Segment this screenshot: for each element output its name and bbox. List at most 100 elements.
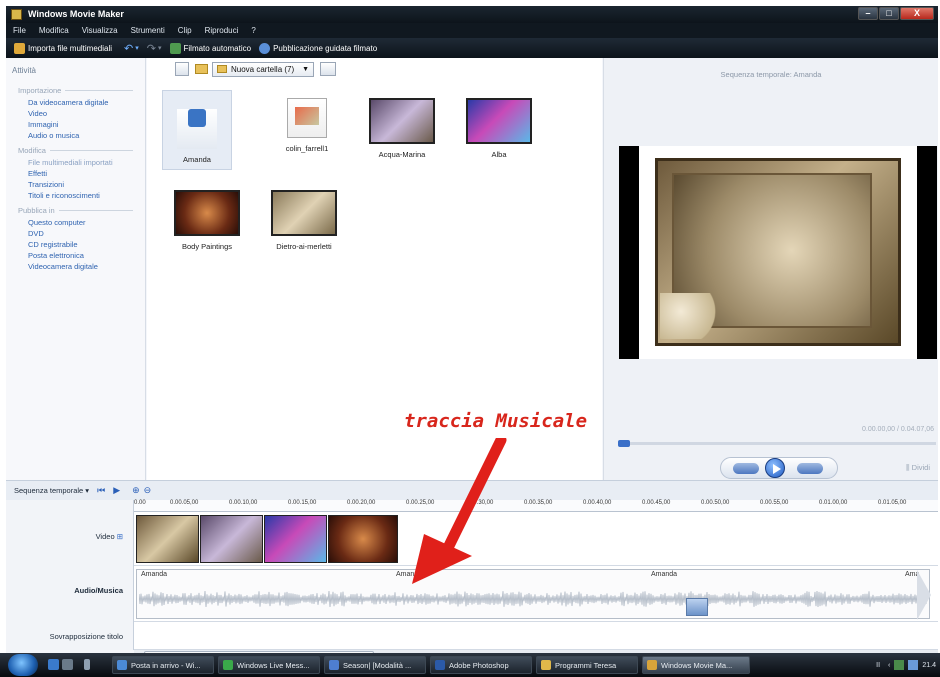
next-frame-button[interactable] <box>797 463 823 474</box>
task-digital-camera[interactable]: Videocamera digitale <box>6 261 145 272</box>
view-mode-button[interactable] <box>320 62 337 76</box>
clip-colin-farrell[interactable]: colin_farrell1 <box>272 98 342 153</box>
taskbar-item-mail[interactable]: Posta in arrivo - Wi... <box>112 656 214 674</box>
undo-button[interactable]: ↶ ▾ <box>124 42 139 55</box>
ruler-tick: 0.00.50,00 <box>701 500 730 506</box>
split-button[interactable]: ⫼ Dividi <box>906 463 930 473</box>
taskbar-item-movie-maker[interactable]: Windows Movie Ma... <box>642 656 750 674</box>
clip-amanda[interactable]: Amanda <box>162 90 232 170</box>
video-track[interactable] <box>134 512 938 566</box>
import-icon <box>14 42 25 54</box>
broken-image-icon <box>287 98 327 138</box>
show-desktop-icon[interactable] <box>48 659 59 670</box>
tray-clock[interactable]: 21.4 <box>922 662 936 669</box>
task-images[interactable]: Immagini <box>6 119 145 130</box>
publish-movie-button[interactable]: Pubblicazione guidata filmato <box>259 42 377 54</box>
section-edit[interactable]: Modifica <box>6 141 145 157</box>
movie-maker-window: Windows Movie Maker – □ X File Modifica … <box>6 6 938 674</box>
volume-icon[interactable] <box>908 660 919 670</box>
ruler-tick: 0.00.05,00 <box>170 500 199 506</box>
audio-clip-label: Amanda <box>651 571 678 578</box>
section-import[interactable]: Importazione <box>6 81 145 97</box>
title-track-header: Sovrapposizione titolo <box>6 622 134 650</box>
menu-clip[interactable]: Clip <box>171 23 198 38</box>
start-button[interactable] <box>8 654 38 676</box>
task-from-camera[interactable]: Da videocamera digitale <box>6 97 145 108</box>
taskbar-item-photoshop[interactable]: Adobe Photoshop <box>430 656 532 674</box>
timeline-clip[interactable] <box>200 515 263 563</box>
clip-dietro-ai-merletti[interactable]: Dietro-ai-merletti <box>269 190 339 251</box>
task-email[interactable]: Posta elettronica <box>6 250 145 261</box>
import-media-button[interactable]: Importa file multimediali <box>14 42 112 54</box>
redo-icon: ↷ <box>146 42 156 55</box>
automovie-button[interactable]: Filmato automatico <box>169 42 252 54</box>
task-effects[interactable]: Effetti <box>6 168 145 179</box>
redo-button[interactable]: ↷ ▾ <box>147 42 162 55</box>
video-track-label: Video <box>95 532 115 541</box>
timeline-mode-dropdown[interactable]: Sequenza temporale ▾ <box>14 486 89 495</box>
audio-track[interactable]: Amanda Amanda Amanda Ama <box>134 566 938 622</box>
ruler-tick: 0.00.10,00 <box>229 500 258 506</box>
audio-file-icon <box>177 109 217 149</box>
zoom-in-icon[interactable]: ⊕ <box>132 485 140 496</box>
task-video[interactable]: Video <box>6 108 145 119</box>
tasks-toggle-button[interactable] <box>175 62 189 76</box>
seek-bar[interactable] <box>618 440 936 447</box>
task-this-computer[interactable]: Questo computer <box>6 217 145 228</box>
task-imported-media[interactable]: File multimediali importati <box>6 157 145 168</box>
tray-pause-icon[interactable]: II <box>876 662 880 669</box>
taskbar-item-season[interactable]: Season| [Modalità ... <box>324 656 426 674</box>
rewind-icon[interactable]: ⏮ <box>97 485 105 496</box>
taskbar-item-label: Windows Live Mess... <box>237 660 310 670</box>
menu-file[interactable]: File <box>6 23 32 38</box>
menu-visualizza[interactable]: Visualizza <box>75 23 124 38</box>
preview-title: Sequenza temporale: Amanda <box>720 70 822 79</box>
collection-dropdown[interactable]: Nuova cartella (7) ▼ <box>212 61 315 77</box>
close-button[interactable]: X <box>900 7 934 20</box>
play-button[interactable] <box>765 458 785 478</box>
transition-icon[interactable] <box>686 598 708 616</box>
automovie-label: Filmato automatico <box>183 43 252 53</box>
timeline-clip[interactable] <box>136 515 199 563</box>
menu-riproduci[interactable]: Riproduci <box>198 23 245 38</box>
title-track-label: Sovrapposizione titolo <box>49 632 123 641</box>
quicklaunch-chevron-icon[interactable] <box>84 659 90 670</box>
zoom-out-icon[interactable]: ⊖ <box>144 485 152 496</box>
menu-help[interactable]: ? <box>244 23 261 38</box>
timeline-clip[interactable] <box>328 515 398 563</box>
task-audio[interactable]: Audio o musica <box>6 130 145 141</box>
taskbar-item-messenger[interactable]: Windows Live Mess... <box>218 656 320 674</box>
menu-strumenti[interactable]: Strumenti <box>124 23 171 38</box>
switch-windows-icon[interactable] <box>62 659 73 670</box>
menu-bar: File Modifica Visualizza Strumenti Clip … <box>6 23 938 38</box>
previous-frame-button[interactable] <box>733 463 759 474</box>
clip-body-paintings[interactable]: Body Paintings <box>172 190 242 251</box>
timeline-ruler[interactable]: 0.00 0.00.05,00 0.00.10,00 0.00.15,00 0.… <box>134 500 938 512</box>
task-transitions[interactable]: Transizioni <box>6 179 145 190</box>
clip-alba[interactable]: Alba <box>464 98 534 159</box>
taskbar-item-programmi[interactable]: Programmi Teresa <box>536 656 638 674</box>
minimize-button[interactable]: – <box>858 7 878 20</box>
timeline-clip[interactable] <box>264 515 327 563</box>
tray-expand-icon[interactable]: ‹ <box>888 662 890 669</box>
track-expand-icon[interactable]: ⊞ <box>117 532 123 541</box>
menu-modifica[interactable]: Modifica <box>32 23 75 38</box>
video-track-header: Video ⊞ <box>6 500 134 566</box>
play-timeline-icon[interactable]: ▶ <box>113 485 120 496</box>
folder-icon[interactable] <box>195 64 208 74</box>
task-cd[interactable]: CD registrabile <box>6 239 145 250</box>
network-icon[interactable] <box>894 660 905 670</box>
title-overlay-track[interactable] <box>134 622 938 650</box>
track-end-marker <box>917 570 931 620</box>
task-titles[interactable]: Titoli e riconoscimenti <box>6 190 145 201</box>
preview-screen[interactable] <box>619 146 937 359</box>
clip-label: colin_farrell1 <box>285 144 329 153</box>
seek-handle[interactable] <box>618 440 630 447</box>
preview-image <box>639 146 917 359</box>
clip-acqua-marina[interactable]: Acqua-Marina <box>367 98 437 159</box>
maximize-button[interactable]: □ <box>879 7 899 20</box>
audio-clip[interactable]: Amanda Amanda Amanda Ama <box>136 569 931 620</box>
task-dvd[interactable]: DVD <box>6 228 145 239</box>
section-publish[interactable]: Pubblica in <box>6 201 145 217</box>
audio-clip-label: Amanda <box>141 571 168 578</box>
